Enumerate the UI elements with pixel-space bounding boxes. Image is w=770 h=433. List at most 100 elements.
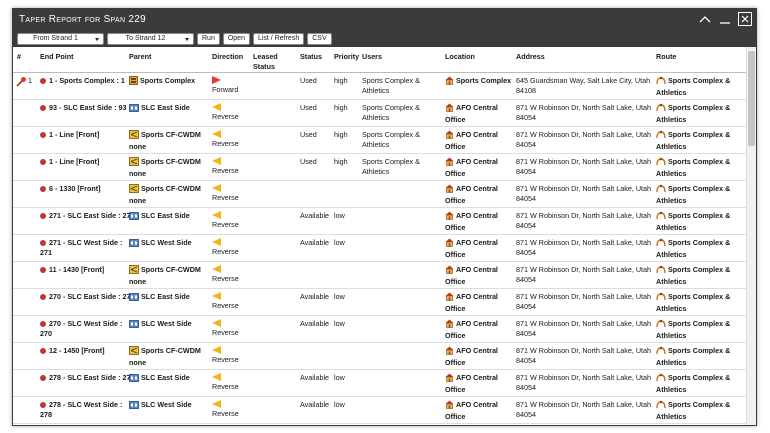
col-header-address[interactable]: Address bbox=[516, 52, 656, 62]
parent-cell[interactable]: Sports CF-CWDM none bbox=[129, 157, 212, 179]
route-cell[interactable]: Sports Complex & Athletics bbox=[656, 157, 744, 179]
open-button[interactable]: Open bbox=[222, 32, 250, 45]
table-row[interactable]: 270 - SLC West Side : 270 SLC West Side Re… bbox=[13, 316, 746, 343]
route-cell[interactable]: Sports Complex & Athletics bbox=[656, 76, 744, 98]
parent-cell[interactable]: Sports CF-CWDM none bbox=[129, 130, 212, 152]
route-cell[interactable]: Sports Complex & Athletics bbox=[656, 346, 744, 368]
parent-cell[interactable]: SLC East Side bbox=[129, 211, 212, 223]
col-header-direction[interactable]: Direction bbox=[212, 52, 252, 62]
location-cell[interactable]: AFO Central Office bbox=[445, 292, 517, 314]
location-cell[interactable]: AFO Central Office bbox=[445, 238, 517, 260]
location-cell[interactable]: AFO Central Office bbox=[445, 130, 517, 152]
route-cell[interactable]: Sports Complex & Athletics bbox=[656, 184, 744, 206]
parent-sub-label: none bbox=[129, 358, 147, 367]
run-button[interactable]: Run bbox=[197, 32, 220, 45]
location-cell[interactable]: AFO Central Office bbox=[445, 211, 517, 233]
table-row[interactable]: 11 - 1430 [Front] Sports CF-CWDM none Rever… bbox=[13, 262, 746, 289]
end-point-cell[interactable]: 1 - Line [Front] bbox=[40, 130, 135, 140]
location-cell[interactable]: AFO Central Office bbox=[445, 103, 517, 125]
table-row[interactable]: 1 - Line [Front] Sports CF-CWDM none Revers… bbox=[13, 154, 746, 181]
close-button[interactable] bbox=[738, 12, 752, 26]
location-cell[interactable]: AFO Central Office bbox=[445, 184, 517, 206]
route-cell[interactable]: Sports Complex & Athletics bbox=[656, 265, 744, 287]
building-icon bbox=[445, 211, 454, 223]
end-point-cell[interactable]: 12 - 1450 [Front] bbox=[40, 346, 135, 356]
route-label: Sports Complex & Athletics bbox=[656, 76, 731, 97]
col-header-leased-status[interactable]: Leased Status bbox=[253, 52, 289, 72]
parent-sub-label: none bbox=[129, 277, 147, 286]
end-point-cell[interactable]: 1 - Sports Complex : 1 bbox=[40, 76, 135, 86]
end-point-cell[interactable]: 1 - Line [Front] bbox=[40, 157, 135, 167]
parent-cell[interactable]: SLC East Side bbox=[129, 292, 212, 304]
location-cell[interactable]: AFO Central Office bbox=[445, 157, 517, 179]
end-point-cell[interactable]: 278 - SLC West Side : 278 bbox=[40, 400, 135, 420]
route-icon bbox=[656, 346, 666, 358]
end-point-cell[interactable]: 271 - SLC West Side : 271 bbox=[40, 238, 135, 258]
end-point-cell[interactable]: 270 - SLC East Side : 270 bbox=[40, 292, 135, 302]
table-row[interactable]: 1 1 - Sports Complex : 1 Sports Complex For… bbox=[13, 73, 746, 100]
parent-cell[interactable]: Sports CF-CWDM none bbox=[129, 184, 212, 206]
location-cell[interactable]: AFO Central Office bbox=[445, 400, 517, 422]
parent-sub-label: none bbox=[129, 169, 147, 178]
scrollbar-thumb[interactable] bbox=[748, 51, 755, 146]
reverse-flag-icon bbox=[212, 346, 221, 354]
end-point-cell[interactable]: 278 - SLC East Side : 278 bbox=[40, 373, 135, 383]
col-header-route[interactable]: Route bbox=[656, 52, 744, 62]
col-header-parent[interactable]: Parent bbox=[129, 52, 212, 62]
end-point-cell[interactable]: 270 - SLC West Side : 270 bbox=[40, 319, 135, 339]
parent-cell[interactable]: SLC West Side bbox=[129, 400, 212, 412]
parent-cell[interactable]: SLC East Side bbox=[129, 103, 212, 115]
col-header-status[interactable]: Status bbox=[300, 52, 335, 62]
location-cell[interactable]: AFO Central Office bbox=[445, 319, 517, 341]
col-header-priority[interactable]: Priority bbox=[334, 52, 364, 62]
end-point-cell[interactable]: 6 - 1330 [Front] bbox=[40, 184, 135, 194]
table-row[interactable]: 93 - SLC East Side : 93 SLC East Side Reve… bbox=[13, 100, 746, 127]
route-cell[interactable]: Sports Complex & Athletics bbox=[656, 130, 744, 152]
parent-cell[interactable]: SLC West Side bbox=[129, 238, 212, 250]
list-refresh-button[interactable]: List / Refresh bbox=[252, 32, 305, 45]
end-point-label: 278 - SLC West Side : 278 bbox=[40, 400, 123, 419]
end-point-label: 270 - SLC West Side : 270 bbox=[40, 319, 123, 338]
reverse-flag-icon bbox=[212, 238, 221, 246]
table-row[interactable]: 278 - SLC East Side : 278 SLC East Side Re… bbox=[13, 370, 746, 397]
table-row[interactable]: 270 - SLC East Side : 270 SLC East Side Re… bbox=[13, 289, 746, 316]
parent-cell[interactable]: Sports CF-CWDM none bbox=[129, 265, 212, 287]
end-point-label: 1 - Line [Front] bbox=[49, 157, 100, 166]
col-header-end-point[interactable]: End Point bbox=[40, 52, 135, 62]
location-cell[interactable]: AFO Central Office bbox=[445, 265, 517, 287]
table-row[interactable]: 12 - 1450 [Front] Sports CF-CWDM none Rever… bbox=[13, 343, 746, 370]
building-icon bbox=[445, 130, 454, 142]
col-header-users[interactable]: Users bbox=[362, 52, 446, 62]
location-cell[interactable]: AFO Central Office bbox=[445, 346, 517, 368]
status-cell: Available bbox=[300, 211, 330, 220]
collapse-button[interactable] bbox=[698, 12, 712, 26]
table-row[interactable]: 1 - Line [Front] Sports CF-CWDM none Revers… bbox=[13, 127, 746, 154]
table-row[interactable]: 271 - SLC West Side : 271 SLC West Side Re… bbox=[13, 235, 746, 262]
route-cell[interactable]: Sports Complex & Athletics bbox=[656, 238, 744, 260]
route-cell[interactable]: Sports Complex & Athletics bbox=[656, 292, 744, 314]
route-cell[interactable]: Sports Complex & Athletics bbox=[656, 400, 744, 422]
route-cell[interactable]: Sports Complex & Athletics bbox=[656, 373, 744, 395]
route-cell[interactable]: Sports Complex & Athletics bbox=[656, 103, 744, 125]
vertical-scrollbar[interactable] bbox=[746, 47, 756, 425]
col-header-location[interactable]: Location bbox=[445, 52, 517, 62]
location-cell[interactable]: AFO Central Office bbox=[445, 373, 517, 395]
route-cell[interactable]: Sports Complex & Athletics bbox=[656, 211, 744, 233]
table-row[interactable]: 271 - SLC East Side : 271 SLC East Side Re… bbox=[13, 208, 746, 235]
parent-cell[interactable]: Sports CF-CWDM none bbox=[129, 346, 212, 368]
parent-cell[interactable]: SLC West Side bbox=[129, 319, 212, 331]
end-point-cell[interactable]: 11 - 1430 [Front] bbox=[40, 265, 135, 275]
parent-cell[interactable]: Sports Complex bbox=[129, 76, 212, 88]
minimize-button[interactable] bbox=[718, 12, 732, 26]
from-strand-select[interactable]: From Strand 1 bbox=[17, 32, 104, 45]
end-point-cell[interactable]: 271 - SLC East Side : 271 bbox=[40, 211, 135, 221]
parent-cell[interactable]: SLC East Side bbox=[129, 373, 212, 385]
route-cell[interactable]: Sports Complex & Athletics bbox=[656, 319, 744, 341]
table-row[interactable]: 6 - 1330 [Front] Sports CF-CWDM none Revers… bbox=[13, 181, 746, 208]
to-strand-select[interactable]: To Strand 12 bbox=[107, 32, 194, 45]
table-row[interactable]: 278 - SLC West Side : 278 SLC West Side Re… bbox=[13, 397, 746, 424]
location-cell[interactable]: Sports Complex bbox=[445, 76, 517, 88]
end-point-cell[interactable]: 93 - SLC East Side : 93 bbox=[40, 103, 135, 113]
col-header-num[interactable]: # bbox=[17, 52, 21, 62]
csv-button[interactable]: CSV bbox=[307, 32, 332, 45]
